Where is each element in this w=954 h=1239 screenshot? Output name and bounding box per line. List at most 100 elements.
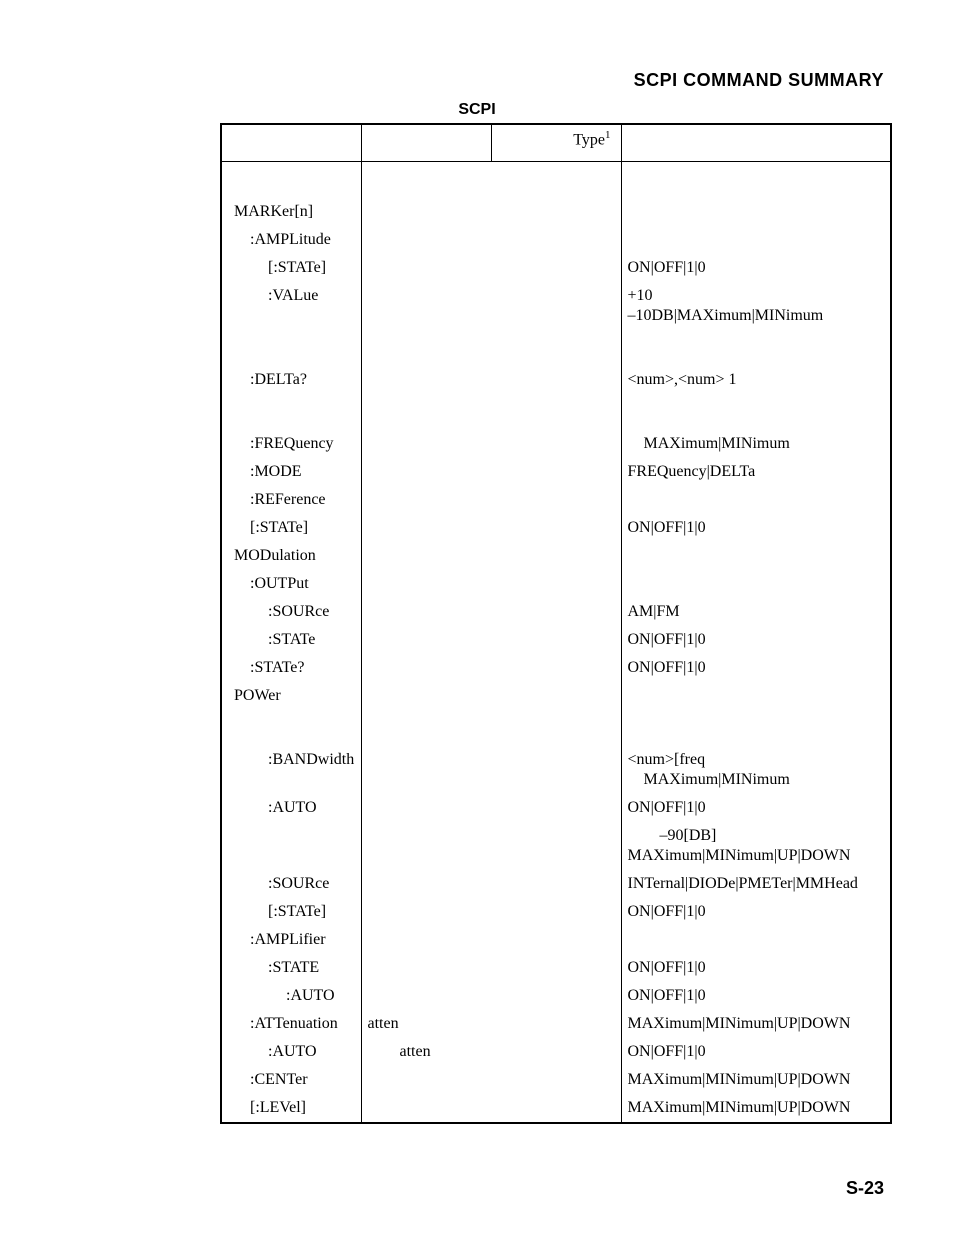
command-cell: :AUTO <box>221 1038 361 1066</box>
type-cell <box>491 330 621 366</box>
param-cell: ON|OFF|1|0 <box>621 254 891 282</box>
param-cell <box>621 486 891 514</box>
type-cell <box>491 1094 621 1123</box>
col2-cell <box>361 254 491 282</box>
type-cell <box>491 870 621 898</box>
col2-cell <box>361 458 491 486</box>
command-cell: :REFerence <box>221 486 361 514</box>
table-row: :AMPLitude <box>221 226 891 254</box>
param-cell <box>621 542 891 570</box>
command-cell: MARKer[n] <box>221 198 361 226</box>
col2-cell <box>361 198 491 226</box>
command-cell: [:STATe] <box>221 514 361 542</box>
param-cell: INTernal|DIODe|PMETer|MMHead <box>621 870 891 898</box>
table-row: MODulation <box>221 542 891 570</box>
table-row: [:STATe]ON|OFF|1|0 <box>221 514 891 542</box>
type-cell <box>491 626 621 654</box>
param-cell: FREQuency|DELTa <box>621 458 891 486</box>
type-cell <box>491 654 621 682</box>
col2-cell <box>361 870 491 898</box>
param-cell: <num>,<num> 1 <box>621 366 891 394</box>
command-cell: :SOURce <box>221 870 361 898</box>
spacer-row <box>221 394 891 430</box>
command-cell: :STATE <box>221 954 361 982</box>
col2-cell <box>361 954 491 982</box>
param-cell: ON|OFF|1|0 <box>621 982 891 1010</box>
table-row: :SOURce INTernal|DIODe|PMETer|MMHead <box>221 870 891 898</box>
command-cell: :AUTO <box>221 982 361 1010</box>
command-cell: :FREQuency <box>221 430 361 458</box>
param-cell: ON|OFF|1|0 <box>621 654 891 682</box>
col2-cell <box>361 746 491 794</box>
param-cell: ON|OFF|1|0 <box>621 794 891 822</box>
table-row: :MODE FREQuency|DELTa <box>221 458 891 486</box>
command-cell <box>221 394 361 430</box>
col2-cell <box>361 982 491 1010</box>
type-cell <box>491 598 621 626</box>
param-cell <box>621 682 891 710</box>
table-row: :AMPLifier <box>221 926 891 954</box>
table-row: :BANDwidth<num>[freq MAXimum|MINimum <box>221 746 891 794</box>
type-cell <box>491 1038 621 1066</box>
type-cell <box>491 682 621 710</box>
type-cell <box>491 982 621 1010</box>
type-cell <box>491 926 621 954</box>
param-cell <box>621 710 891 746</box>
param-cell <box>621 226 891 254</box>
col2-cell <box>361 926 491 954</box>
command-cell: [:STATe] <box>221 254 361 282</box>
type-cell <box>491 710 621 746</box>
param-cell: +10–10DB|MAXimum|MINimum <box>621 282 891 330</box>
col2-cell <box>361 570 491 598</box>
col2-cell <box>361 430 491 458</box>
param-cell: AM|FM <box>621 598 891 626</box>
col2-cell <box>361 710 491 746</box>
col2-cell <box>361 514 491 542</box>
table-row: POWer <box>221 682 891 710</box>
table-row: :STATEON|OFF|1|0 <box>221 954 891 982</box>
command-cell: :SOURce <box>221 598 361 626</box>
running-head: SCPI COMMAND SUMMARY <box>70 70 884 91</box>
table-row: :DELTa?<num>,<num> 1 <box>221 366 891 394</box>
command-cell: :STATe <box>221 626 361 654</box>
type-cell <box>491 198 621 226</box>
type-cell <box>491 1010 621 1038</box>
command-cell: :AMPLitude <box>221 226 361 254</box>
command-cell: :OUTPut <box>221 570 361 598</box>
param-cell: <num>[freq MAXimum|MINimum <box>621 746 891 794</box>
type-cell <box>491 366 621 394</box>
col2-cell: atten <box>361 1038 491 1066</box>
table-row: [:LEVel]MAXimum|MINimum|UP|DOWN <box>221 1094 891 1123</box>
spacer-row <box>221 162 891 199</box>
table-row: :AUTO attenON|OFF|1|0 <box>221 1038 891 1066</box>
command-cell <box>221 822 361 870</box>
table-row: :OUTPut <box>221 570 891 598</box>
col2-cell: atten <box>361 1010 491 1038</box>
page-number: S-23 <box>846 1178 884 1199</box>
page: SCPI COMMAND SUMMARY SCPI Type1 MARKer[n… <box>0 0 954 1239</box>
type-cell <box>491 486 621 514</box>
table-body: MARKer[n]:AMPLitude[:STATe]ON|OFF|1|0:VA… <box>221 162 891 1124</box>
param-cell: –90[DB]MAXimum|MINimum|UP|DOWN <box>621 822 891 870</box>
type-cell <box>491 458 621 486</box>
command-cell: :AMPLifier <box>221 926 361 954</box>
table-caption: SCPI <box>70 101 884 119</box>
col2-cell <box>361 366 491 394</box>
table-row: [:STATe]ON|OFF|1|0 <box>221 898 891 926</box>
type-cell <box>491 794 621 822</box>
type-cell <box>491 822 621 870</box>
table-row: :ATTenuationattenMAXimum|MINimum|UP|DOWN <box>221 1010 891 1038</box>
command-cell: POWer <box>221 682 361 710</box>
col2-cell <box>361 226 491 254</box>
table-row: :FREQuency MAXimum|MINimum <box>221 430 891 458</box>
table-header-row: Type1 <box>221 124 891 162</box>
col2-cell <box>361 330 491 366</box>
command-cell: :MODE <box>221 458 361 486</box>
type-cell <box>491 254 621 282</box>
spacer-row <box>221 330 891 366</box>
command-cell: :VALue <box>221 282 361 330</box>
param-cell <box>621 570 891 598</box>
param-cell <box>621 394 891 430</box>
type-cell <box>491 1066 621 1094</box>
table-row: [:STATe] ON|OFF|1|0 <box>221 254 891 282</box>
